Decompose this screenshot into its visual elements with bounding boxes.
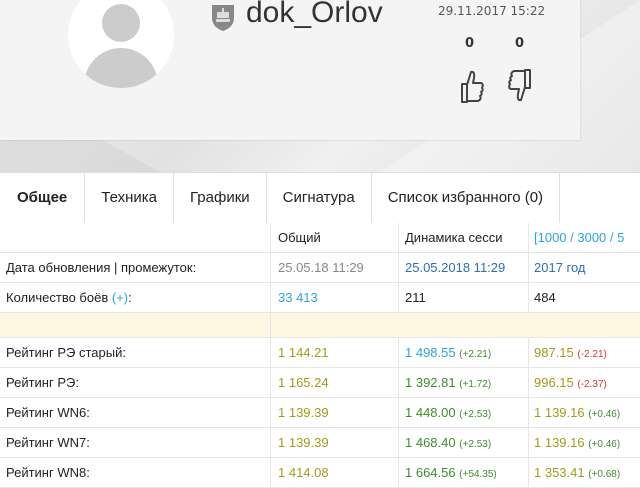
stats-table: Общий Динамика сесси [1000 / 3000 / 5 Да… (0, 223, 640, 488)
tab-signature[interactable]: Сигнатура (267, 173, 372, 223)
value: 996.15 (534, 375, 574, 390)
table-row: Рейтинг WN8: 1 414.08 1 664.56 (+54.35) … (0, 458, 640, 488)
value: 1 664.56 (405, 465, 456, 480)
delta: (+2.53) (459, 409, 492, 420)
cell-value: 1 498.55 (+2.21) (405, 338, 527, 367)
delta: (+2.53) (459, 439, 492, 450)
row-label-text: Количество боёв (6, 290, 109, 305)
thumbs-up-icon[interactable] (456, 66, 486, 106)
row-label: Рейтинг WN8: (6, 465, 90, 480)
table-header-row: Общий Динамика сесси [1000 / 3000 / 5 (0, 223, 640, 253)
table-row: Рейтинг WN7: 1 139.39 1 468.40 (+2.53) 1… (0, 428, 640, 458)
column-header-period-links[interactable]: [1000 / 3000 / 5 (534, 223, 640, 252)
column-header-session: Динамика сесси (405, 230, 503, 245)
cell-value: 1 468.40 (+2.53) (405, 428, 527, 457)
cell-value: 2017 год (534, 260, 586, 275)
row-label: Дата обновления | промежуток: (6, 260, 197, 275)
cell-value: 1 139.39 (278, 405, 329, 420)
wot-logo-icon (212, 5, 234, 31)
table-row: Рейтинг РЭ старый: 1 144.21 1 498.55 (+2… (0, 338, 640, 368)
delta: (+1.72) (459, 379, 492, 390)
likes-count: 0 (465, 36, 475, 51)
delta: (+54.35) (459, 469, 497, 480)
avatar-placeholder-icon (84, 48, 158, 88)
row-label: Количество боёв (+): (6, 283, 268, 312)
cell-value: 1 139.16 (+0.46) (534, 398, 640, 427)
column-header-total: Общий (278, 230, 321, 245)
cell-value: 1 664.56 (+54.35) (405, 458, 527, 487)
delta: (+0.68) (588, 469, 621, 480)
profile-header: dok_Orlov 29.11.2017 15:22 0 0 (0, 0, 640, 172)
value: 1 353.41 (534, 465, 585, 480)
row-label: Рейтинг РЭ старый: (6, 345, 126, 360)
tab-favorites[interactable]: Список избранного (0) (372, 173, 561, 223)
value: 1 392.81 (405, 375, 456, 390)
cell-value: 1 353.41 (+0.68) (534, 458, 640, 487)
registration-date: 29.11.2017 15:22 (438, 4, 546, 18)
row-label: Рейтинг WN6: (6, 405, 90, 420)
table-row: Рейтинг WN6: 1 139.39 1 448.00 (+2.53) 1… (0, 398, 640, 428)
cell-value: 211 (405, 290, 426, 305)
delta: (-2.21) (577, 349, 607, 360)
cell-value: 25.05.2018 11:29 (405, 260, 506, 275)
cell-value: 1 144.21 (278, 345, 329, 360)
value: 987.15 (534, 345, 574, 360)
cell-value: 1 139.16 (+0.46) (534, 428, 640, 457)
delta: (+0.46) (588, 439, 621, 450)
expand-battles-link[interactable]: (+) (112, 290, 128, 305)
tab-charts[interactable]: Графики (174, 173, 267, 223)
username: dok_Orlov (246, 0, 383, 29)
cell-value: 1 448.00 (+2.53) (405, 398, 527, 427)
table-row: Количество боёв (+): 33 413 211 484 (0, 283, 640, 313)
table-row: Дата обновления | промежуток: 25.05.18 1… (0, 253, 640, 283)
tab-vehicles[interactable]: Техника (85, 173, 175, 223)
cell-value: 1 414.08 (278, 465, 329, 480)
dislikes-count: 0 (515, 36, 525, 51)
value: 1 139.16 (534, 405, 585, 420)
avatar-placeholder-icon (102, 4, 140, 42)
separator-row (0, 313, 640, 338)
cell-value: 987.15 (-2.21) (534, 338, 640, 367)
thumbs-down-icon[interactable] (506, 66, 536, 106)
cell-value: 33 413 (278, 290, 318, 305)
row-label-colon: : (128, 290, 132, 305)
value: 1 468.40 (405, 435, 456, 450)
cell-value: 484 (534, 290, 556, 305)
delta: (-2.37) (577, 379, 607, 390)
delta: (+0.46) (588, 409, 621, 420)
value: 1 139.16 (534, 435, 585, 450)
profile-tabs: Общее Техника Графики Сигнатура Список и… (0, 172, 640, 224)
delta: (+2.21) (459, 349, 492, 360)
tab-general[interactable]: Общее (0, 173, 86, 223)
row-label: Рейтинг WN7: (6, 435, 90, 450)
cell-value: 1 139.39 (278, 435, 329, 450)
cell-value: 25.05.18 11:29 (278, 260, 364, 275)
table-row: Рейтинг РЭ: 1 165.24 1 392.81 (+1.72) 99… (0, 368, 640, 398)
cell-value: 996.15 (-2.37) (534, 368, 640, 397)
cell-value: 1 392.81 (+1.72) (405, 368, 527, 397)
value: 1 448.00 (405, 405, 456, 420)
cell-value: 1 165.24 (278, 375, 329, 390)
row-label: Рейтинг РЭ: (6, 375, 79, 390)
value: 1 498.55 (405, 345, 456, 360)
